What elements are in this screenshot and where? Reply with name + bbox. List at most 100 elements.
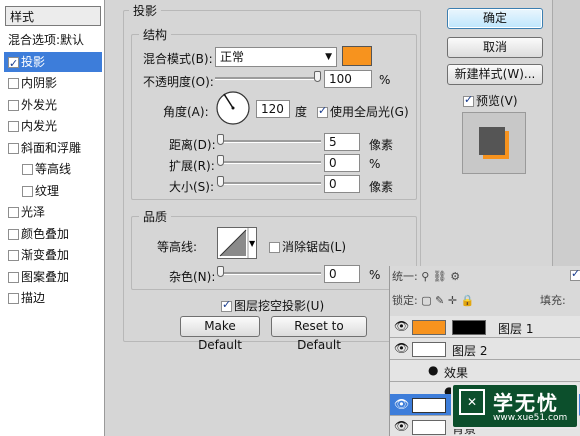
angle-input[interactable]: 120 <box>256 100 290 118</box>
style-list-item[interactable]: 光泽 <box>4 202 102 222</box>
layers-unify-label: 统一: ⚲ ⛓ ⚙ <box>392 270 461 283</box>
size-unit: 像素 <box>369 180 394 194</box>
knockout-checkbox[interactable] <box>221 298 232 312</box>
style-checkbox[interactable] <box>22 185 33 197</box>
style-checkbox[interactable] <box>8 207 19 218</box>
angle-dial[interactable] <box>215 90 251 126</box>
noise-input[interactable]: 0 <box>324 265 360 283</box>
layer-thumbnail <box>412 320 446 335</box>
style-checkbox[interactable] <box>8 271 19 283</box>
styles-list-panel: 样式 混合选项:默认投影内阴影外发光内发光斜面和浮雕等高线纹理光泽颜色叠加渐变叠… <box>0 0 105 436</box>
global-light-option[interactable]: 使用全局光(G) <box>317 103 409 120</box>
quality-title: 品质 <box>139 208 172 225</box>
style-list-item[interactable]: 内发光 <box>4 116 102 136</box>
style-list-item[interactable]: 外发光 <box>4 95 102 115</box>
spread-slider-thumb[interactable] <box>217 155 224 166</box>
unify-icons[interactable]: ⚲ ⛓ ⚙ <box>421 270 460 283</box>
blend-mode-select[interactable]: 正常 ▼ <box>215 47 337 67</box>
contour-picker[interactable]: ▼ <box>217 227 257 259</box>
angle-label: 角度(A): <box>163 105 209 119</box>
eye-icon[interactable]: ● <box>428 363 438 377</box>
style-list-item[interactable]: 斜面和浮雕 <box>4 138 102 158</box>
noise-unit: % <box>369 268 381 282</box>
style-checkbox[interactable] <box>8 142 19 154</box>
layer-thumbnail <box>412 342 446 357</box>
style-list-item[interactable]: 纹理 <box>4 181 102 201</box>
eye-icon[interactable]: 👁 <box>394 419 409 433</box>
svg-text:▼: ▼ <box>249 239 256 248</box>
style-item-label: 投影 <box>21 54 46 69</box>
ok-button[interactable]: 确定 <box>447 8 543 29</box>
distance-input[interactable]: 5 <box>324 133 360 151</box>
new-style-button[interactable]: 新建样式(W)... <box>447 64 543 85</box>
watermark-x-icon: ✕ <box>459 389 485 415</box>
opacity-input[interactable]: 100 <box>324 70 372 88</box>
shadow-color-swatch[interactable] <box>342 46 372 66</box>
style-list-item[interactable]: 颜色叠加 <box>4 224 102 244</box>
layer-thumbnail <box>412 398 446 413</box>
knockout-option[interactable]: 图层挖空投影(U) <box>221 297 324 314</box>
preview-option[interactable]: 预览(V) <box>463 92 518 109</box>
styles-panel-title: 样式 <box>5 6 101 26</box>
style-item-label: 斜面和浮雕 <box>21 140 82 155</box>
distance-unit: 像素 <box>369 138 394 152</box>
style-item-label: 颜色叠加 <box>21 226 70 241</box>
style-item-label: 光泽 <box>21 205 46 219</box>
style-checkbox[interactable] <box>8 121 19 132</box>
style-item-label: 等高线 <box>35 162 72 176</box>
distance-label: 距离(D): <box>169 138 216 152</box>
layer-row[interactable]: 👁 图层 1 <box>390 316 580 338</box>
noise-slider-thumb[interactable] <box>217 266 224 277</box>
size-input[interactable]: 0 <box>324 175 360 193</box>
eye-icon[interactable]: 👁 <box>394 341 409 355</box>
style-list-item[interactable]: 等高线 <box>4 159 102 179</box>
size-label: 大小(S): <box>169 180 215 194</box>
opacity-slider-thumb[interactable] <box>314 71 321 82</box>
noise-label: 杂色(N): <box>169 270 216 284</box>
style-list-item[interactable]: 描边 <box>4 288 102 308</box>
cancel-button[interactable]: 取消 <box>447 37 543 58</box>
antialias-option[interactable]: 消除锯齿(L) <box>269 238 346 255</box>
distance-slider[interactable] <box>217 140 321 143</box>
layer-effects-row[interactable]: ● 效果 <box>390 360 580 382</box>
style-checkbox[interactable] <box>8 228 19 240</box>
size-slider[interactable] <box>217 182 321 185</box>
global-light-label: 使用全局光(G) <box>330 105 409 119</box>
make-default-button[interactable]: Make Default <box>180 316 260 352</box>
spread-slider[interactable] <box>217 161 321 164</box>
style-list-item[interactable]: 混合选项:默认 <box>4 30 102 50</box>
style-checkbox[interactable] <box>8 293 19 304</box>
preview-checkbox[interactable] <box>463 93 474 107</box>
style-checkbox[interactable] <box>8 250 19 261</box>
lock-icons[interactable]: ▢ ✎ ✛ 🔒 <box>421 294 474 307</box>
style-checkbox[interactable] <box>8 54 19 74</box>
antialias-checkbox[interactable] <box>269 242 280 253</box>
angle-unit: 度 <box>295 105 308 119</box>
layer-name: 图层 1 <box>498 322 534 336</box>
eye-icon[interactable]: 👁 <box>394 319 409 333</box>
distance-slider-thumb[interactable] <box>217 134 224 145</box>
opacity-slider[interactable] <box>215 77 321 80</box>
eye-icon[interactable]: 👁 <box>394 397 409 411</box>
style-list-item[interactable]: 内阴影 <box>4 73 102 93</box>
layer-row[interactable]: 👁 图层 2 <box>390 338 580 360</box>
style-checkbox[interactable] <box>8 78 19 89</box>
propagate-checkbox[interactable] <box>570 267 580 281</box>
global-light-checkbox[interactable] <box>317 104 328 118</box>
style-item-label: 内阴影 <box>21 76 58 90</box>
style-list-item[interactable]: 投影 <box>4 51 102 74</box>
style-item-label: 内发光 <box>21 119 58 133</box>
style-item-label: 混合选项:默认 <box>8 33 85 47</box>
spread-unit: % <box>369 157 381 171</box>
style-list-item[interactable]: 渐变叠加 <box>4 245 102 265</box>
reset-to-default-button[interactable]: Reset to Default <box>271 316 367 352</box>
style-checkbox[interactable] <box>22 164 33 175</box>
style-list-item[interactable]: 图案叠加 <box>4 267 102 287</box>
size-slider-thumb[interactable] <box>217 176 224 187</box>
chevron-down-icon: ▼ <box>325 52 332 62</box>
style-checkbox[interactable] <box>8 99 19 111</box>
spread-label: 扩展(R): <box>169 159 215 173</box>
noise-slider[interactable] <box>217 272 321 275</box>
spread-input[interactable]: 0 <box>324 154 360 172</box>
preview-square <box>479 127 505 155</box>
